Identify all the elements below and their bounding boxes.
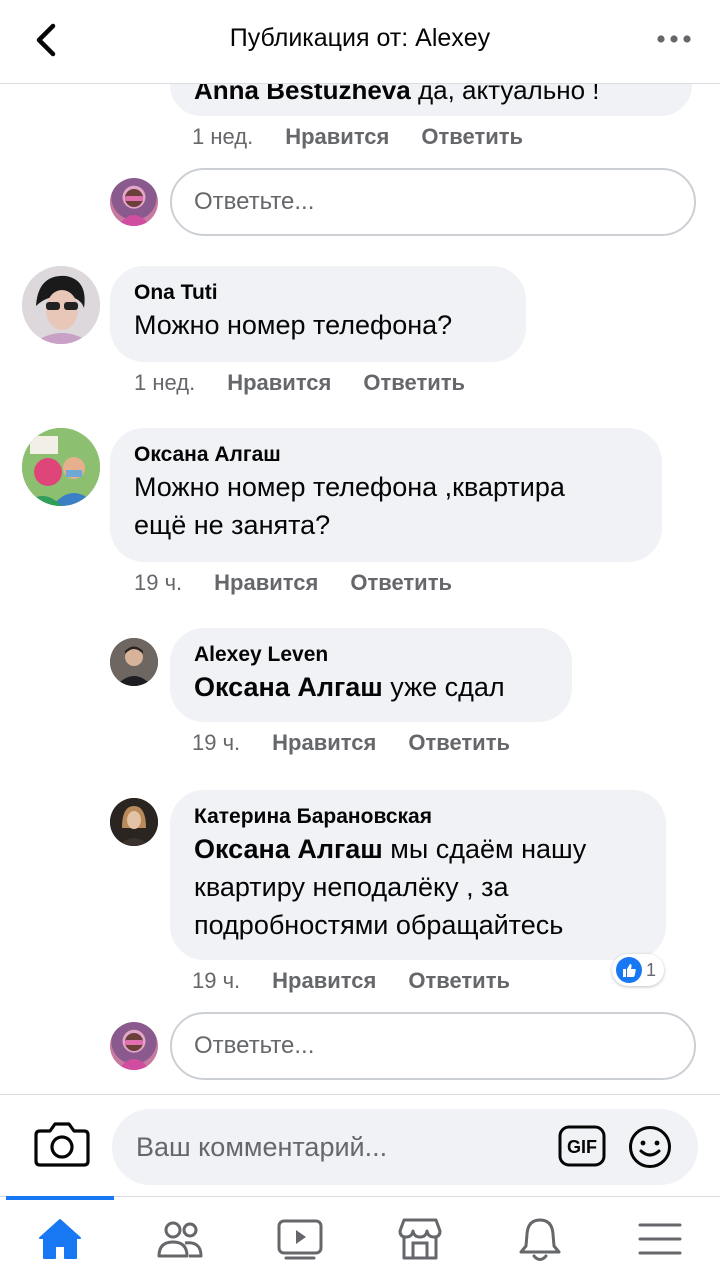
like-button[interactable]: Нравится	[272, 968, 376, 994]
top-bar: Публикация от: Alexey	[0, 0, 720, 84]
nav-friends[interactable]	[120, 1197, 240, 1280]
camera-icon	[34, 1122, 90, 1167]
page-title: Публикация от: Alexey	[229, 24, 491, 52]
comment-author[interactable]: Катерина Барановская	[194, 804, 642, 830]
like-button[interactable]: Нравится	[214, 570, 318, 596]
reply-button[interactable]: Ответить	[363, 370, 465, 396]
user-photo-icon	[118, 189, 150, 226]
notifications-icon	[519, 1218, 561, 1261]
comment-time: 1 нед.	[192, 124, 254, 149]
comment-input[interactable]: Ваш комментарий... GIF	[112, 1109, 698, 1185]
user-photo-icon	[22, 428, 100, 506]
more-dots-icon	[657, 35, 691, 43]
reply-placeholder: Ответьте...	[194, 188, 315, 215]
nav-watch[interactable]	[240, 1197, 360, 1280]
comment-author[interactable]: Alexey Leven	[194, 642, 548, 668]
svg-text:GIF: GIF	[567, 1137, 597, 1157]
nav-home[interactable]	[0, 1196, 120, 1280]
comment-bubble: Катерина Барановская Оксана Алгаш мы сда…	[170, 790, 666, 960]
camera-button[interactable]	[34, 1119, 90, 1169]
comment-time: 19 ч.	[134, 570, 183, 595]
nav-menu[interactable]	[600, 1197, 720, 1280]
gif-icon: GIF	[558, 1125, 606, 1167]
comment-actions: 1 нед. Нравится Ответить	[134, 370, 465, 396]
comment-text: Можно номер телефона?	[134, 310, 453, 340]
comment-actions: 19 ч. Нравится Ответить	[192, 968, 510, 994]
avatar	[110, 638, 158, 686]
reaction-summary[interactable]: 1	[612, 954, 665, 986]
comment-time: 1 нед.	[134, 370, 196, 395]
comment-text: Можно номер телефона ,квартира ещё не за…	[134, 468, 638, 544]
mention-link[interactable]: Anna Bestuzheva	[194, 84, 411, 105]
nav-marketplace[interactable]	[360, 1197, 480, 1280]
reply-button[interactable]: Ответить	[408, 730, 510, 756]
marketplace-icon	[398, 1218, 442, 1260]
comment-text-line: ещё не занята?	[134, 510, 331, 540]
emoji-icon	[629, 1126, 671, 1168]
user-photo-icon	[110, 798, 158, 846]
comment-time: 19 ч.	[192, 968, 241, 993]
watch-icon	[277, 1219, 323, 1260]
reply-button[interactable]: Ответить	[408, 968, 510, 994]
comment-bubble: Оксана Алгаш Можно номер телефона ,кварт…	[110, 428, 662, 562]
comment-text-line: квартиру неподалёку , за	[194, 872, 509, 902]
comment-bubble: Alexey Leven Оксана Алгаш уже сдал	[170, 628, 572, 722]
reply-placeholder: Ответьте...	[194, 1032, 315, 1059]
comment-text-line: мы сдаём нашу	[390, 834, 587, 864]
nav-notifications[interactable]	[480, 1197, 600, 1280]
like-reaction-icon	[616, 957, 642, 983]
comment-bubble: Anna Bestuzheva да, актуально !	[170, 84, 692, 116]
reply-button[interactable]: Ответить	[350, 570, 452, 596]
reply-button[interactable]: Ответить	[421, 124, 523, 150]
more-options-button[interactable]	[654, 26, 694, 52]
avatar	[110, 1022, 158, 1070]
reaction-count: 1	[646, 959, 657, 980]
user-photo-icon	[118, 1033, 150, 1070]
comment-author[interactable]: Ona Tuti	[134, 280, 502, 306]
comment-text-line: Можно номер телефона ,квартира	[134, 472, 565, 502]
comments-feed[interactable]: Anna Bestuzheva да, актуально ! 1 нед. Н…	[0, 84, 720, 1094]
comment-bubble: Ona Tuti Можно номер телефона?	[110, 266, 526, 362]
comment-placeholder: Ваш комментарий...	[136, 1132, 388, 1162]
comment-text: уже сдал	[390, 672, 505, 702]
reply-input[interactable]: Ответьте...	[170, 1012, 696, 1080]
comment-author[interactable]: Оксана Алгаш	[134, 442, 638, 468]
friends-icon	[157, 1221, 203, 1258]
comment-composer: Ваш комментарий... GIF	[0, 1094, 720, 1196]
user-photo-icon	[22, 266, 100, 344]
avatar	[22, 266, 100, 344]
comment-actions: 1 нед. Нравится Ответить	[192, 124, 523, 150]
comment-actions: 19 ч. Нравится Ответить	[192, 730, 510, 756]
mention-link[interactable]: Оксана Алгаш	[194, 672, 383, 702]
like-button[interactable]: Нравится	[272, 730, 376, 756]
avatar	[110, 178, 158, 226]
avatar	[110, 798, 158, 846]
gif-button[interactable]: GIF	[558, 1125, 606, 1167]
comment-text-line: подробностями обращайтесь	[194, 910, 564, 940]
menu-icon	[638, 1223, 682, 1255]
comment-actions: 19 ч. Нравится Ответить	[134, 570, 452, 596]
emoji-button[interactable]	[628, 1125, 672, 1169]
comment-text: да, актуально !	[417, 84, 600, 105]
reply-input[interactable]: Ответьте...	[170, 168, 696, 236]
user-photo-icon	[110, 638, 158, 686]
home-icon	[39, 1219, 81, 1259]
mention-link[interactable]: Оксана Алгаш	[194, 834, 383, 864]
avatar	[22, 428, 100, 506]
comment-time: 19 ч.	[192, 730, 241, 755]
like-button[interactable]: Нравится	[285, 124, 389, 150]
bottom-navigation	[0, 1196, 720, 1280]
like-button[interactable]: Нравится	[227, 370, 331, 396]
